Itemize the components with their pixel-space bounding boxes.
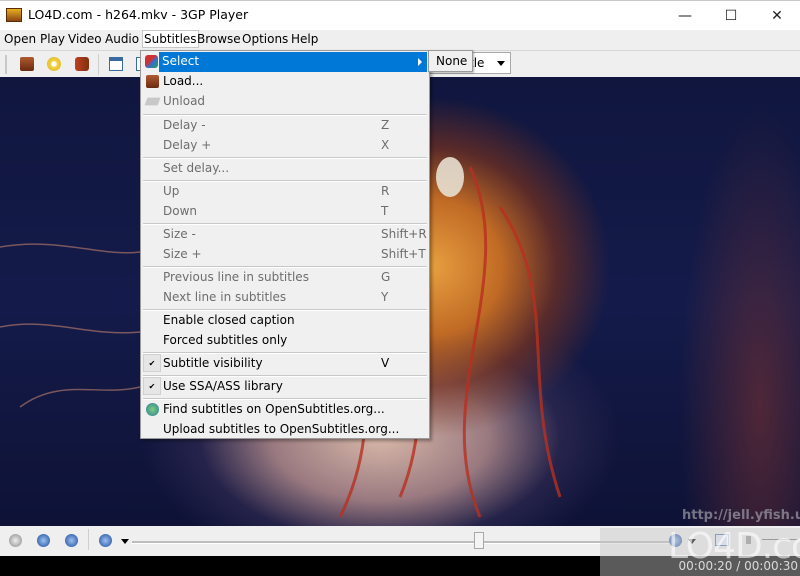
menu-item-shortcut: V — [381, 356, 390, 370]
menu-item-load[interactable]: Load... — [143, 72, 427, 92]
menu-item-label: Size - — [163, 227, 196, 241]
minimize-button[interactable]: — — [662, 1, 708, 31]
maximize-button[interactable]: ☐ — [708, 1, 754, 31]
menu-item-label: Delay - — [163, 118, 206, 132]
menu-subtitles[interactable]: Subtitles — [142, 30, 199, 48]
stop-icon[interactable] — [65, 534, 78, 547]
app-icon — [6, 8, 22, 22]
menu-item-shortcut: Shift+R — [381, 227, 427, 241]
menu-item-label: Down — [163, 204, 198, 218]
menu-item-shortcut: Y — [381, 290, 389, 304]
menu-bar: Open Play Video Audio Subtitles Browse O… — [0, 30, 800, 50]
menu-item-shortcut: G — [381, 270, 391, 284]
load-icon — [146, 75, 159, 88]
lo4d-logo-text: LO4D.com — [668, 526, 800, 567]
open-file-icon[interactable] — [20, 57, 34, 71]
menu-item-label: Subtitle visibility — [163, 356, 263, 370]
menu-item-label: Set delay... — [163, 161, 230, 175]
menu-item-shortcut: R — [381, 184, 390, 198]
menu-item-label: Up — [163, 184, 180, 198]
menu-item-size-minus[interactable]: Size - Shift+R — [143, 225, 427, 245]
menu-item-label: Select — [162, 54, 200, 68]
chevron-down-icon — [497, 61, 505, 66]
menu-item-down[interactable]: Down T — [143, 202, 427, 222]
menu-item-find-subtitles[interactable]: Find subtitles on OpenSubtitles.org... — [143, 400, 427, 420]
menu-item-label: Upload subtitles to OpenSubtitles.org... — [163, 422, 400, 436]
menu-open[interactable]: Open — [4, 32, 36, 46]
maximize-icon: ☐ — [724, 8, 738, 24]
minimize-icon: — — [678, 8, 692, 24]
open-disc-icon[interactable] — [47, 57, 61, 71]
subtitles-menu: Select Load... Unload Delay - Z Delay + … — [140, 50, 430, 439]
open-url-icon[interactable] — [75, 57, 89, 71]
menu-item-use-ssa-ass[interactable]: ✔ Use SSA/ASS library — [143, 377, 427, 397]
menu-video[interactable]: Video — [68, 32, 102, 46]
subtitle-select-icon — [145, 55, 158, 68]
pause-icon[interactable] — [37, 534, 50, 547]
controls-separator — [88, 529, 89, 550]
menu-item-label: Forced subtitles only — [163, 333, 288, 347]
menu-item-label: Size + — [163, 247, 202, 261]
close-icon: ✕ — [771, 8, 783, 24]
menu-item-label: Find subtitles on OpenSubtitles.org... — [163, 402, 385, 416]
rewind-icon[interactable] — [99, 534, 112, 547]
menu-item-next-line[interactable]: Next line in subtitles Y — [143, 288, 427, 308]
menu-item-set-delay[interactable]: Set delay... — [143, 159, 427, 179]
menu-item-label: Next line in subtitles — [163, 290, 287, 304]
close-button[interactable]: ✕ — [754, 1, 800, 31]
menu-item-shortcut: T — [381, 204, 389, 218]
menu-item-shortcut: Shift+T — [381, 247, 426, 261]
unload-icon — [144, 97, 161, 106]
menu-item-label: Delay + — [163, 138, 212, 152]
menu-item-upload-subtitles[interactable]: Upload subtitles to OpenSubtitles.org... — [143, 420, 427, 440]
menu-item-label: Enable closed caption — [163, 313, 295, 327]
window-title: LO4D.com - h264.mkv - 3GP Player — [28, 7, 249, 22]
rewind-menu-arrow-icon[interactable] — [121, 539, 129, 544]
menu-audio[interactable]: Audio — [105, 32, 139, 46]
menu-item-label: Unload — [163, 94, 206, 108]
menu-item-enable-closed-caption[interactable]: Enable closed caption — [143, 311, 427, 331]
menu-help[interactable]: Help — [291, 32, 318, 46]
toolbar-separator — [98, 54, 99, 75]
menu-browse[interactable]: Browse — [197, 32, 241, 46]
menu-item-delay-plus[interactable]: Delay + X — [143, 136, 427, 156]
title-bar: LO4D.com - h264.mkv - 3GP Player — ☐ ✕ — [0, 0, 800, 30]
menu-item-label: Use SSA/ASS library — [163, 379, 283, 393]
play-icon[interactable] — [9, 534, 22, 547]
menu-item-select[interactable]: Select — [159, 52, 427, 72]
menu-item-up[interactable]: Up R — [143, 182, 427, 202]
menu-item-shortcut: X — [381, 138, 390, 152]
menu-item-size-plus[interactable]: Size + Shift+T — [143, 245, 427, 265]
toolbar-grip[interactable] — [5, 55, 7, 74]
menu-item-delay-minus[interactable]: Delay - Z — [143, 116, 427, 136]
select-submenu: None — [428, 50, 473, 72]
checkmark-icon: ✔ — [143, 354, 161, 372]
submenu-arrow-icon — [418, 58, 422, 66]
menu-options[interactable]: Options — [242, 32, 288, 46]
menu-play[interactable]: Play — [40, 32, 65, 46]
menu-item-previous-line[interactable]: Previous line in subtitles G — [143, 268, 427, 288]
seek-handle[interactable] — [473, 532, 484, 549]
menu-item-subtitle-visibility[interactable]: ✔ Subtitle visibility V — [143, 354, 427, 374]
submenu-item-none[interactable]: None — [436, 54, 467, 68]
window-icon[interactable] — [109, 57, 123, 71]
menu-item-shortcut: Z — [381, 118, 390, 132]
menu-item-label: Previous line in subtitles — [163, 270, 309, 284]
menu-item-label: Load... — [163, 74, 204, 88]
checkmark-icon: ✔ — [143, 377, 161, 395]
menu-item-unload[interactable]: Unload — [143, 92, 427, 112]
menu-item-forced-subtitles[interactable]: Forced subtitles only — [143, 331, 427, 351]
video-watermark-url: http://jell.yfish.us — [682, 508, 800, 523]
globe-icon — [146, 403, 159, 416]
